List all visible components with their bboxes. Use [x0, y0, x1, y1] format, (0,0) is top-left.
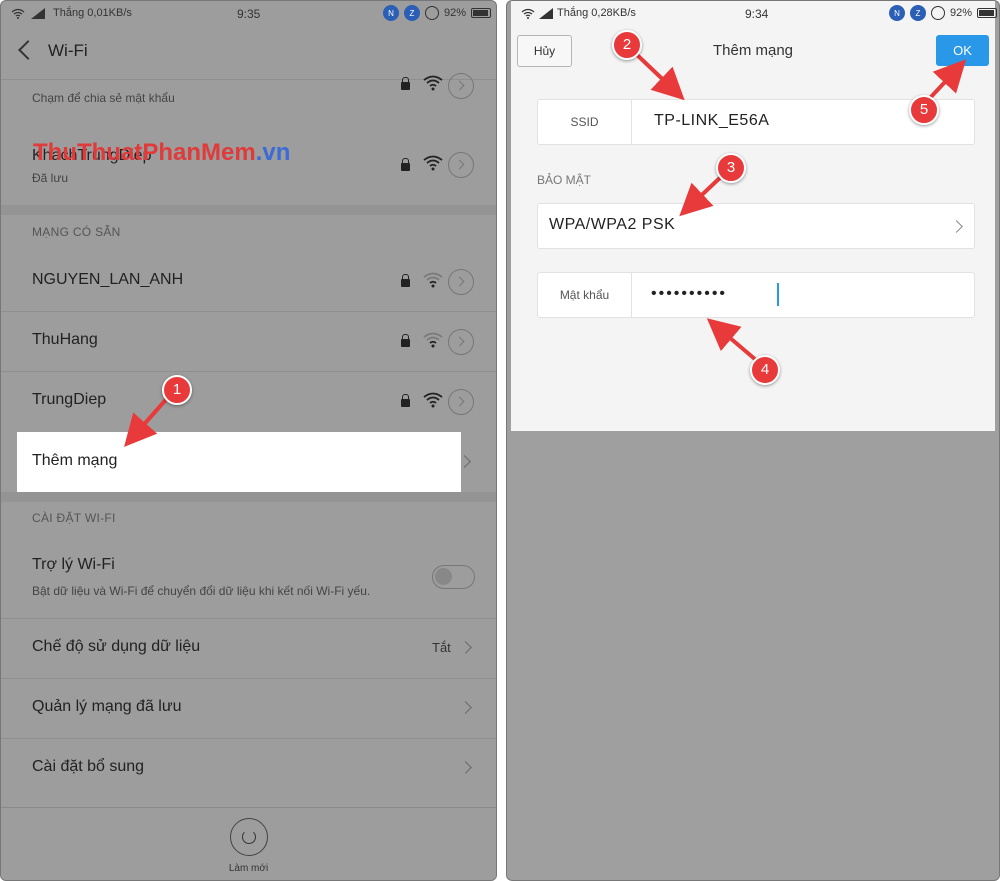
password-field[interactable]: Mật khẩu ••••••••••: [537, 272, 975, 318]
ssid-label: SSID: [538, 100, 632, 144]
chevron-right-icon: [458, 455, 471, 468]
section-label-available: MẠNG CÓ SẴN: [32, 225, 121, 239]
wifi-network-row[interactable]: TrungDiep: [1, 371, 496, 431]
app-notification-icon: N: [889, 5, 905, 21]
settings-row-label: Chế độ sử dụng dữ liệu: [32, 638, 201, 655]
security-section-label: BẢO MẬT: [537, 173, 592, 187]
ok-button[interactable]: OK: [936, 35, 989, 66]
wifi-assistant-title: Trợ lý Wi-Fi: [32, 556, 115, 573]
dialog-title: Thêm mạng: [712, 42, 794, 59]
add-network-label: Thêm mạng: [32, 452, 118, 469]
chevron-right-icon: [459, 761, 472, 774]
bottom-toolbar: Làm mới: [1, 807, 496, 880]
settings-row-data-usage[interactable]: Chế độ sử dụng dữ liệu Tắt: [1, 618, 496, 678]
page-title: Wi-Fi: [48, 41, 88, 60]
network-details-button[interactable]: [448, 269, 474, 295]
back-arrow-icon[interactable]: [18, 40, 38, 60]
alarm-icon: [931, 6, 945, 20]
settings-row-advanced[interactable]: Cài đặt bổ sung: [1, 738, 496, 798]
annotation-marker: 4: [750, 355, 780, 385]
battery-icon: [977, 8, 998, 18]
wifi-signal-icon: [521, 8, 535, 19]
battery-percent: 92%: [950, 7, 973, 19]
cell-signal-icon: [539, 8, 553, 19]
clock: 9:34: [745, 7, 769, 21]
settings-row-saved-networks[interactable]: Quản lý mạng đã lưu: [1, 678, 496, 738]
app-notification-icon: Z: [910, 5, 926, 21]
wifi-strength-icon: [423, 272, 443, 288]
carrier-text: Thắng 0,28KB/s: [557, 7, 636, 19]
watermark-logo: ThuThuatPhanMem.vn: [33, 139, 291, 166]
wifi-network-row[interactable]: ThuHang: [1, 311, 496, 371]
security-select[interactable]: WPA/WPA2 PSK: [537, 203, 975, 249]
settings-row-label: Cài đặt bổ sung: [32, 758, 145, 775]
lock-icon: [401, 334, 410, 347]
wifi-assistant-toggle[interactable]: [432, 565, 475, 589]
settings-row-value: Tắt: [432, 640, 451, 655]
cell-signal-icon: [31, 8, 45, 19]
ssid-input[interactable]: TP-LINK_E56A: [654, 112, 769, 130]
chevron-right-icon: [950, 220, 963, 233]
status-bar: Thắng 0,28KB/s 9:34 N Z 92%: [511, 1, 998, 27]
alarm-icon: [425, 6, 439, 20]
wifi-assistant-description: Bật dữ liệu và Wi-Fi để chuyển đổi dữ li…: [32, 584, 371, 598]
network-details-button[interactable]: [448, 329, 474, 355]
text-cursor: [777, 283, 779, 306]
network-details-button[interactable]: [448, 152, 474, 178]
status-icons: N Z 92%: [383, 5, 492, 21]
wifi-strength-icon: [423, 392, 443, 408]
header: Wi-Fi: [1, 27, 496, 79]
wifi-network-row[interactable]: Chạm để chia sẻ mật khẩu: [1, 73, 496, 127]
wifi-signal-icon: [11, 8, 25, 19]
refresh-label: Làm mới: [228, 863, 269, 874]
settings-row-label: Quản lý mạng đã lưu: [32, 698, 182, 715]
annotation-marker: 1: [162, 375, 192, 405]
network-name: NGUYEN_LAN_ANH: [32, 271, 184, 288]
wifi-network-row[interactable]: NGUYEN_LAN_ANH: [1, 251, 496, 311]
app-notification-icon: N: [383, 5, 399, 21]
chevron-right-icon: [459, 641, 472, 654]
add-network-row[interactable]: Thêm mạng: [17, 432, 471, 492]
lock-icon: [401, 394, 410, 407]
network-subtitle: Chạm để chia sẻ mật khẩu: [32, 91, 175, 105]
refresh-icon[interactable]: [230, 818, 268, 856]
wifi-assistant-row[interactable]: Trợ lý Wi-Fi Bật dữ liệu và Wi-Fi để chu…: [1, 536, 496, 616]
battery-percent: 92%: [444, 7, 467, 19]
network-subtitle: Đã lưu: [32, 171, 69, 185]
lock-icon: [401, 77, 410, 90]
network-name: TrungDiep: [32, 391, 107, 408]
network-details-button[interactable]: [448, 389, 474, 415]
lock-icon: [401, 274, 410, 287]
right-phone-screen: Thắng 0,28KB/s 9:34 N Z 92% Hủy Thêm mạn…: [506, 0, 1000, 881]
wifi-strength-icon: [423, 332, 443, 348]
section-label-settings: CÀI ĐẶT WI-FI: [32, 511, 116, 525]
left-phone-screen: Thắng 0,01KB/s 9:35 N Z 92% Wi-Fi Chạm đ…: [0, 0, 497, 881]
carrier-text: Thắng 0,01KB/s: [53, 7, 132, 19]
annotation-marker: 3: [716, 153, 746, 183]
security-value: WPA/WPA2 PSK: [549, 216, 676, 233]
lock-icon: [401, 158, 410, 171]
app-notification-icon: Z: [404, 5, 420, 21]
status-bar: Thắng 0,01KB/s 9:35 N Z 92%: [1, 1, 496, 27]
annotation-marker: 5: [909, 95, 939, 125]
network-details-button[interactable]: [448, 73, 474, 99]
wifi-strength-icon: [423, 75, 443, 91]
password-label: Mật khẩu: [538, 273, 632, 317]
chevron-right-icon: [459, 701, 472, 714]
annotation-marker: 2: [612, 30, 642, 60]
network-name: ThuHang: [32, 331, 98, 348]
battery-icon: [471, 8, 492, 18]
status-icons: N Z 92%: [889, 5, 998, 21]
clock: 9:35: [237, 7, 261, 21]
password-input[interactable]: ••••••••••: [651, 285, 727, 303]
wifi-strength-icon: [423, 155, 443, 171]
